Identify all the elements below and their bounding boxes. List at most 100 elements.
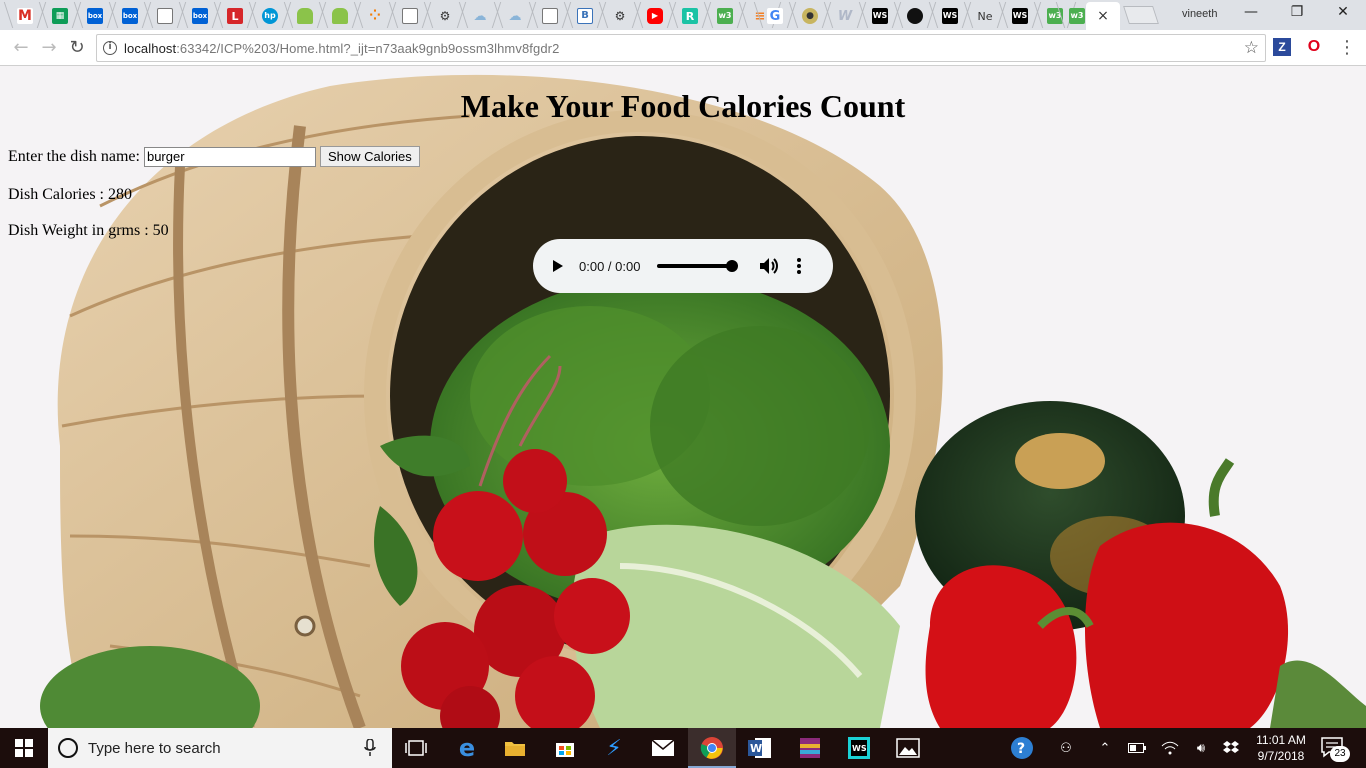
file-explorer-icon[interactable]	[501, 734, 529, 762]
reload-icon[interactable]: ↻	[66, 37, 88, 59]
dish-weight-text: Dish Weight in grms : 50	[8, 222, 169, 239]
tab-bike[interactable]: ⚙	[428, 2, 462, 30]
tab-doc-1[interactable]	[148, 2, 182, 30]
tab-webstorm-1[interactable]: WS	[863, 2, 897, 30]
tab-l[interactable]: L	[218, 2, 252, 30]
tab-sheets[interactable]: ▦	[43, 2, 77, 30]
people-icon[interactable]: ⚇	[1054, 728, 1078, 768]
w-icon: W	[837, 8, 853, 24]
close-tab-icon[interactable]: ×	[1097, 8, 1109, 24]
android-icon	[297, 8, 313, 24]
taskbar-search-box[interactable]: Type here to search	[48, 728, 392, 768]
tab-hp[interactable]: hp	[253, 2, 287, 30]
svg-text:WS: WS	[852, 744, 867, 753]
store-icon[interactable]	[551, 734, 579, 762]
tab-github[interactable]	[898, 2, 932, 30]
dish-form: Enter the dish name: Show Calories	[8, 146, 420, 167]
microphone-icon[interactable]	[364, 739, 376, 757]
new-tab-button[interactable]	[1123, 6, 1159, 24]
tab-cloud-1[interactable]: ☁	[463, 2, 497, 30]
play-icon[interactable]	[551, 259, 565, 273]
chevron-up-icon[interactable]: ⌃	[1094, 728, 1116, 768]
url-text[interactable]: localhost:63342/ICP%203/Home.html?_ijt=n…	[124, 41, 559, 56]
close-window-icon[interactable]: ✕	[1328, 4, 1358, 20]
chrome-icon[interactable]	[698, 734, 726, 762]
search-placeholder: Type here to search	[88, 740, 221, 757]
browser-toolbar: ← → ↻ i localhost:63342/ICP%203/Home.htm…	[0, 30, 1366, 66]
edge-icon[interactable]: e	[453, 734, 481, 762]
tab-box-1[interactable]: box	[78, 2, 112, 30]
tab-box-3[interactable]: box	[183, 2, 217, 30]
help-icon[interactable]: ?	[1008, 728, 1036, 768]
tab-w[interactable]: W	[828, 2, 862, 30]
l-icon: L	[227, 8, 243, 24]
profile-name[interactable]: vineeth	[1182, 8, 1217, 20]
browser-menu-icon[interactable]: ⋮	[1338, 37, 1356, 58]
tab-google[interactable]: G	[758, 2, 792, 30]
more-options-icon[interactable]	[797, 258, 802, 274]
forward-arrow-icon[interactable]: →	[38, 37, 60, 59]
tab-youtube[interactable]: ▶	[638, 2, 672, 30]
tab-ne[interactable]: Ne	[968, 2, 1002, 30]
info-icon[interactable]: i	[103, 41, 117, 55]
address-bar[interactable]: i localhost:63342/ICP%203/Home.html?_ijt…	[96, 34, 1266, 62]
audio-progress-knob[interactable]	[726, 260, 739, 272]
tab-dots[interactable]: ⁘	[358, 2, 392, 30]
box-icon: box	[122, 8, 138, 24]
volume-tray-icon[interactable]: 🔊︎	[1188, 728, 1214, 768]
notification-count-badge: 23	[1330, 746, 1350, 762]
box-icon: box	[87, 8, 103, 24]
document-icon	[542, 8, 558, 24]
tab-cloud-2[interactable]: ☁	[498, 2, 532, 30]
tab-r[interactable]: R	[673, 2, 707, 30]
photos-icon[interactable]	[894, 734, 922, 762]
document-icon	[402, 8, 418, 24]
tab-b[interactable]: B	[568, 2, 602, 30]
tab-webstorm-2[interactable]: WS	[933, 2, 967, 30]
tab-android-2[interactable]	[323, 2, 357, 30]
minimize-icon[interactable]: —	[1236, 4, 1266, 20]
svg-text:W: W	[750, 742, 762, 755]
tab-gmail[interactable]: M	[8, 2, 42, 30]
dish-name-label: Enter the dish name:	[8, 147, 140, 165]
audio-progress-slider[interactable]	[657, 260, 739, 272]
tab-doc-2[interactable]	[393, 2, 427, 30]
tab-active[interactable]: ×	[1086, 2, 1120, 30]
document-icon	[157, 8, 173, 24]
tab-android-1[interactable]	[288, 2, 322, 30]
tab-box-2[interactable]: box	[113, 2, 147, 30]
wifi-icon[interactable]	[1158, 728, 1182, 768]
dots-icon: ⁘	[369, 8, 381, 24]
tab-doc-3[interactable]	[533, 2, 567, 30]
taskbar-clock[interactable]: 11:01 AM 9/7/2018	[1250, 732, 1312, 764]
dish-name-input[interactable]	[143, 146, 316, 167]
restore-icon[interactable]: ❐	[1282, 4, 1312, 20]
tab-webstorm-3[interactable]: WS	[1003, 2, 1037, 30]
task-view-icon[interactable]	[402, 734, 430, 762]
mail-icon[interactable]	[649, 734, 677, 762]
webstorm-taskbar-icon[interactable]: WS	[845, 734, 873, 762]
webstorm-icon: WS	[872, 8, 888, 24]
avocado-icon: ●	[802, 8, 818, 24]
show-calories-button[interactable]: Show Calories	[319, 146, 420, 167]
gmail-icon: M	[17, 8, 33, 24]
zotero-extension-icon[interactable]: Z	[1273, 38, 1291, 56]
page-title: Make Your Food Calories Count	[460, 88, 906, 124]
page-viewport: Make Your Food Calories Count Enter the …	[0, 66, 1366, 728]
start-button[interactable]	[0, 728, 48, 768]
dropbox-icon[interactable]	[1218, 728, 1244, 768]
tab-bike-2[interactable]: ⚙	[603, 2, 637, 30]
word-icon[interactable]: W	[746, 734, 774, 762]
tab-avocado[interactable]: ●	[793, 2, 827, 30]
windows-taskbar: Type here to search e ⚡ W WS ? ⚇ ⌃ 🔊︎ 11…	[0, 728, 1366, 768]
sheets-icon: ▦	[52, 8, 68, 24]
bookmark-star-icon[interactable]: ☆	[1244, 38, 1259, 58]
battery-icon[interactable]	[1124, 728, 1150, 768]
windows-logo-icon	[15, 739, 33, 757]
volume-icon[interactable]	[759, 257, 779, 275]
back-arrow-icon[interactable]: ←	[10, 37, 32, 59]
opera-extension-icon[interactable]: O	[1305, 38, 1323, 56]
tab-w3-1[interactable]: w3	[708, 2, 742, 30]
winrar-icon[interactable]	[796, 734, 824, 762]
visual-studio-code-icon[interactable]: ⚡	[600, 734, 628, 762]
